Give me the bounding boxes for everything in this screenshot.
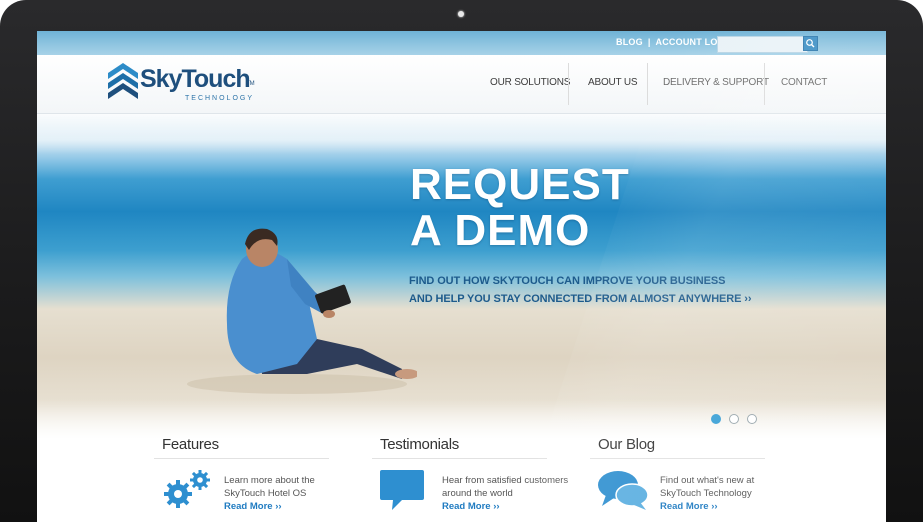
- nav-divider: [568, 63, 569, 105]
- slider-dot-2[interactable]: [729, 414, 739, 424]
- features-read-more-link[interactable]: Read More ››: [224, 501, 282, 512]
- slider-dot-3[interactable]: [747, 414, 757, 424]
- nav-divider: [647, 63, 648, 105]
- logo-wordmark[interactable]: SkyTouch: [140, 65, 251, 94]
- testimonials-heading[interactable]: Testimonials: [380, 436, 555, 453]
- utility-separator: |: [647, 37, 651, 47]
- search-icon: [806, 39, 815, 48]
- nav-about-us[interactable]: ABOUT US: [588, 77, 638, 88]
- gears-icon: [164, 470, 210, 508]
- utility-bar: BLOG | ACCOUNT LOGIN: [37, 31, 886, 55]
- logo-trademark: TM: [246, 81, 255, 87]
- site-header: SkyTouch TM TECHNOLOGY OUR SOLUTIONS ABO…: [37, 55, 886, 114]
- blog-link[interactable]: BLOG: [616, 37, 643, 47]
- hero-sky: [37, 114, 886, 154]
- man-with-tablet-image: [187, 228, 417, 394]
- hero-subtitle[interactable]: FIND OUT HOW SKYTOUCH CAN IMPROVE YOUR B…: [409, 272, 752, 308]
- hero-subtitle-line1: FIND OUT HOW SKYTOUCH CAN IMPROVE YOUR B…: [409, 275, 726, 287]
- blog-heading[interactable]: Our Blog: [598, 436, 773, 453]
- features-heading[interactable]: Features: [162, 436, 337, 453]
- nav-our-solutions[interactable]: OUR SOLUTIONS: [490, 77, 570, 88]
- testimonials-read-more-link[interactable]: Read More ››: [442, 501, 500, 512]
- features-description: Learn more about the SkyTouch Hotel OS: [224, 475, 315, 499]
- features-section: Features Learn more about the SkyTouch H…: [154, 436, 337, 512]
- blog-section: Our Blog Find out what's new at SkyTouch…: [590, 436, 773, 512]
- nav-divider: [764, 63, 765, 105]
- chat-bubbles-icon: [598, 471, 649, 510]
- hero-title[interactable]: REQUEST A DEMO: [410, 162, 630, 254]
- logo-tagline: TECHNOLOGY: [185, 95, 255, 102]
- camera-icon: [458, 11, 464, 17]
- section-divider: [590, 458, 765, 459]
- slider-dot-1[interactable]: [711, 414, 721, 424]
- speech-bubble-icon: [380, 470, 424, 510]
- nav-delivery-support[interactable]: DELIVERY & SUPPORT: [663, 77, 769, 88]
- nav-contact[interactable]: CONTACT: [781, 77, 827, 88]
- hero-title-line1: REQUEST: [410, 160, 630, 209]
- hero-subtitle-line2: AND HELP YOU STAY CONNECTED FROM ALMOST …: [409, 293, 752, 305]
- search-input[interactable]: [717, 36, 808, 53]
- website-screen: BLOG | ACCOUNT LOGIN SkyTouch TM TECHNOLOG…: [37, 31, 886, 522]
- hero-title-line2: A DEMO: [410, 206, 591, 255]
- testimonials-section: Testimonials Hear from satisfied custome…: [372, 436, 568, 512]
- hero-banner[interactable]: REQUEST A DEMO FIND OUT HOW SKYTOUCH CAN…: [37, 114, 886, 439]
- section-divider: [154, 458, 329, 459]
- hero-fade: [37, 399, 886, 439]
- search-button[interactable]: [803, 36, 818, 51]
- testimonials-description: Hear from satisfied customers around the…: [442, 475, 569, 499]
- section-divider: [372, 458, 547, 459]
- skytouch-logo-icon[interactable]: [108, 63, 138, 99]
- blog-read-more-link[interactable]: Read More ››: [660, 501, 718, 512]
- blog-description: Find out what's new at SkyTouch Technolo…: [660, 475, 755, 499]
